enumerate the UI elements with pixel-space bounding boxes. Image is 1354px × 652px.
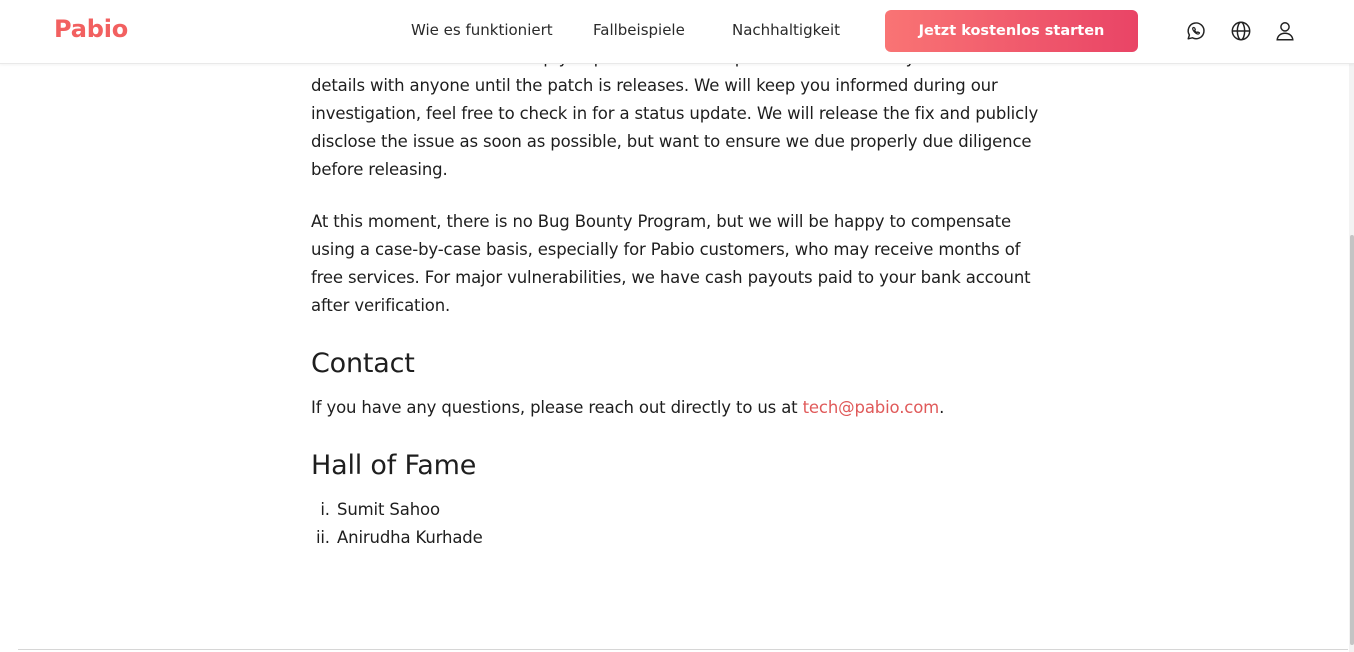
user-icon[interactable]	[1273, 19, 1297, 43]
list-item: Sumit Sahoo	[335, 496, 1047, 524]
site-header: Pabio Wie es funktioniert Fallbeispiele …	[0, 0, 1354, 64]
hall-of-fame-list: Sumit Sahoo Anirudha Kurhade	[311, 496, 1047, 552]
globe-icon[interactable]	[1229, 19, 1253, 43]
list-item: Anirudha Kurhade	[335, 524, 1047, 552]
contact-text: If you have any questions, please reach …	[311, 398, 803, 417]
contact-email-link[interactable]: tech@pabio.com	[803, 398, 940, 417]
divider	[18, 649, 1348, 650]
scrollbar-thumb[interactable]	[1350, 235, 1354, 645]
page: We'll do it ourselves and keep you poste…	[0, 0, 1354, 652]
nav-link-sustainability[interactable]: Nachhaltigkeit	[732, 21, 840, 39]
contact-end: .	[939, 398, 945, 417]
hall-of-fame-heading: Hall of Fame	[311, 450, 477, 481]
start-free-button[interactable]: Jetzt kostenlos starten	[885, 10, 1138, 52]
bug-bounty-paragraph: At this moment, there is no Bug Bounty P…	[311, 212, 1031, 315]
whatsapp-icon[interactable]	[1184, 19, 1208, 43]
security-policy-paragraph: We'll do it ourselves and keep you poste…	[311, 44, 1047, 184]
disclosure-text: details with anyone until the patch is r…	[311, 76, 1039, 179]
contact-heading: Contact	[311, 348, 415, 379]
article-content: We'll do it ourselves and keep you poste…	[311, 44, 1047, 552]
nav-link-case-studies[interactable]: Fallbeispiele	[593, 21, 685, 39]
contact-paragraph: If you have any questions, please reach …	[311, 394, 1047, 422]
nav-link-how-it-works[interactable]: Wie es funktioniert	[411, 21, 553, 39]
pabio-logo[interactable]: Pabio	[54, 15, 128, 43]
